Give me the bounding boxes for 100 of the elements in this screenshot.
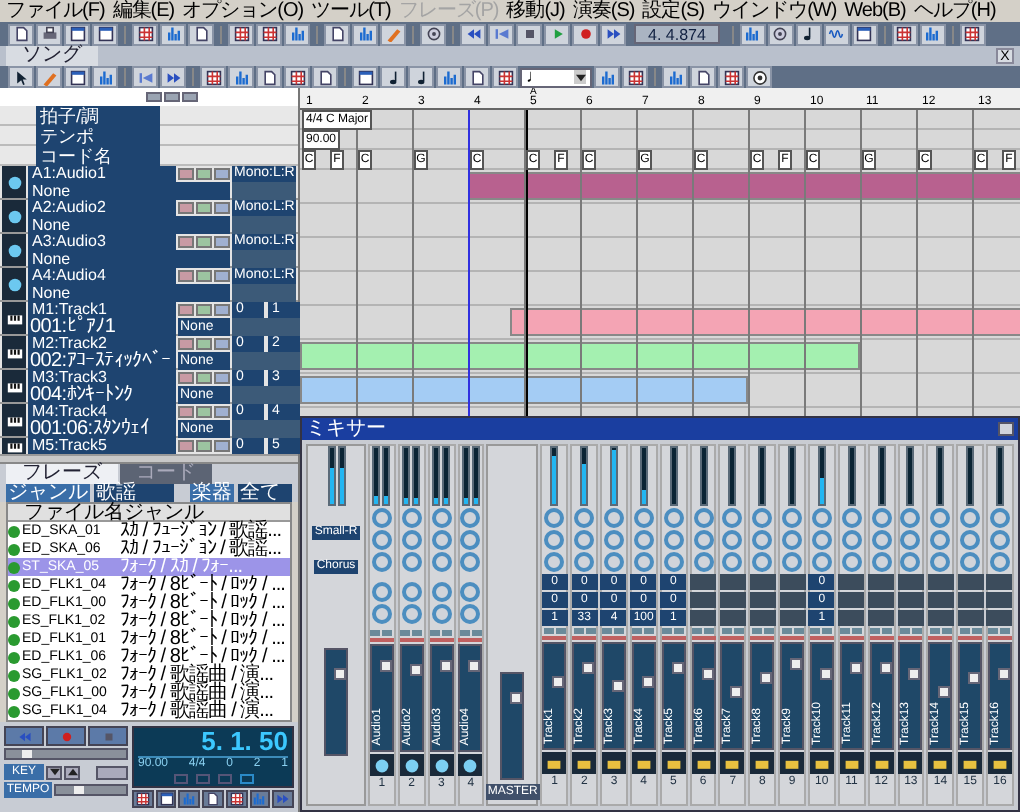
value-field[interactable] <box>927 610 954 626</box>
toolbar-button[interactable] <box>492 66 518 88</box>
fader-thumb[interactable] <box>671 662 684 675</box>
instrument-field[interactable]: None <box>28 250 230 269</box>
mute-button[interactable] <box>870 628 881 634</box>
solo-button[interactable] <box>196 372 212 385</box>
mute-button[interactable] <box>988 628 999 634</box>
instrument-field[interactable]: 002:ｱｺｰｽﾃｨｯｸﾍﾞｰ <box>28 352 176 371</box>
knob[interactable] <box>841 552 862 572</box>
knob[interactable] <box>603 552 624 572</box>
panel-tab[interactable]: フレーズ <box>6 464 118 484</box>
solo-button[interactable] <box>674 628 685 634</box>
fader-thumb[interactable] <box>701 667 714 679</box>
knob[interactable] <box>989 530 1010 550</box>
fader-thumb[interactable] <box>468 659 481 672</box>
value-field[interactable] <box>897 610 924 626</box>
knob[interactable] <box>574 530 595 550</box>
mute-button[interactable] <box>632 628 643 634</box>
value-field[interactable] <box>838 610 865 626</box>
track-name-field[interactable]: M3:Track3 <box>28 370 176 387</box>
genre-field[interactable]: 歌謡 <box>94 484 174 502</box>
fader-thumb[interactable] <box>790 657 803 670</box>
solo-button[interactable] <box>196 406 212 419</box>
solo-button[interactable] <box>852 628 863 634</box>
knob[interactable] <box>633 530 654 550</box>
knob[interactable] <box>871 530 892 550</box>
fader-thumb[interactable] <box>849 662 862 675</box>
value-field[interactable] <box>986 610 1013 626</box>
knob[interactable] <box>633 552 654 572</box>
knob[interactable] <box>900 552 921 572</box>
solo-button[interactable] <box>941 628 952 634</box>
fader-thumb[interactable] <box>510 692 523 705</box>
instrument-field[interactable]: None <box>28 284 230 303</box>
solo-button[interactable] <box>644 628 655 634</box>
value-field[interactable] <box>749 610 776 626</box>
record-button[interactable] <box>214 304 230 317</box>
tool-button[interactable] <box>202 790 224 808</box>
value-field[interactable] <box>690 610 717 626</box>
track-name-field[interactable]: M4:Track4 <box>28 404 176 421</box>
value-field[interactable] <box>779 610 806 626</box>
toolbar-button[interactable] <box>256 23 282 45</box>
solo-button[interactable] <box>763 628 774 634</box>
solo-button[interactable] <box>196 338 212 351</box>
knob[interactable] <box>401 552 422 572</box>
fader-thumb[interactable] <box>968 671 981 684</box>
fader-track[interactable] <box>500 672 525 780</box>
track-name-field[interactable]: A4:Audio4 <box>28 268 176 285</box>
fader-thumb[interactable] <box>879 662 892 675</box>
value-field[interactable] <box>927 574 954 590</box>
mute-button[interactable] <box>959 628 970 634</box>
fader-thumb[interactable] <box>611 680 624 693</box>
knob[interactable] <box>401 530 422 550</box>
record-button[interactable] <box>214 202 230 215</box>
solo-button[interactable] <box>555 628 566 634</box>
knob[interactable] <box>460 508 481 528</box>
record-button[interactable] <box>214 440 230 453</box>
tempo-slider[interactable] <box>54 784 128 796</box>
knob[interactable] <box>401 604 422 624</box>
solo-button[interactable] <box>614 628 625 634</box>
instrument-field[interactable]: None <box>28 216 230 235</box>
value-field[interactable] <box>690 574 717 590</box>
knob[interactable] <box>544 530 565 550</box>
mute-button[interactable] <box>692 628 703 634</box>
knob[interactable] <box>371 530 392 550</box>
knob[interactable] <box>371 604 392 624</box>
fader-thumb[interactable] <box>908 667 921 679</box>
fader-thumb[interactable] <box>819 667 832 679</box>
toolbar-button[interactable] <box>324 23 350 45</box>
menu-item[interactable]: ウインドウ(W) <box>712 0 837 22</box>
toolbar-button[interactable] <box>380 66 406 88</box>
knob[interactable] <box>782 530 803 550</box>
value-field[interactable] <box>779 574 806 590</box>
menu-item[interactable]: ツール(T) <box>311 0 391 22</box>
knob[interactable] <box>871 508 892 528</box>
record-button[interactable] <box>214 406 230 419</box>
mute-button[interactable] <box>929 628 940 634</box>
value-field[interactable] <box>779 592 806 608</box>
value-field[interactable] <box>749 592 776 608</box>
solo-button[interactable] <box>971 628 982 634</box>
knob[interactable] <box>693 508 714 528</box>
toolbar-button[interactable] <box>746 66 772 88</box>
mute-button[interactable] <box>178 406 194 419</box>
window-tab[interactable]: ソング <box>6 46 98 66</box>
toolbar-button[interactable] <box>200 66 226 88</box>
mute-button[interactable] <box>178 440 194 453</box>
solo-button[interactable] <box>822 628 833 634</box>
value-field[interactable] <box>719 574 746 590</box>
key-reset-button[interactable] <box>96 765 128 779</box>
record-button[interactable] <box>214 168 230 181</box>
transport-button[interactable] <box>4 726 44 746</box>
fader-thumb[interactable] <box>730 685 743 698</box>
phrase-clip[interactable] <box>300 376 748 404</box>
knob[interactable] <box>633 508 654 528</box>
knob[interactable] <box>811 530 832 550</box>
mute-button[interactable] <box>178 202 194 215</box>
knob[interactable] <box>460 552 481 572</box>
record-button[interactable] <box>214 270 230 283</box>
toolbar-button[interactable] <box>284 66 310 88</box>
menu-item[interactable]: 移動(J) <box>506 0 565 22</box>
record-button[interactable] <box>214 338 230 351</box>
